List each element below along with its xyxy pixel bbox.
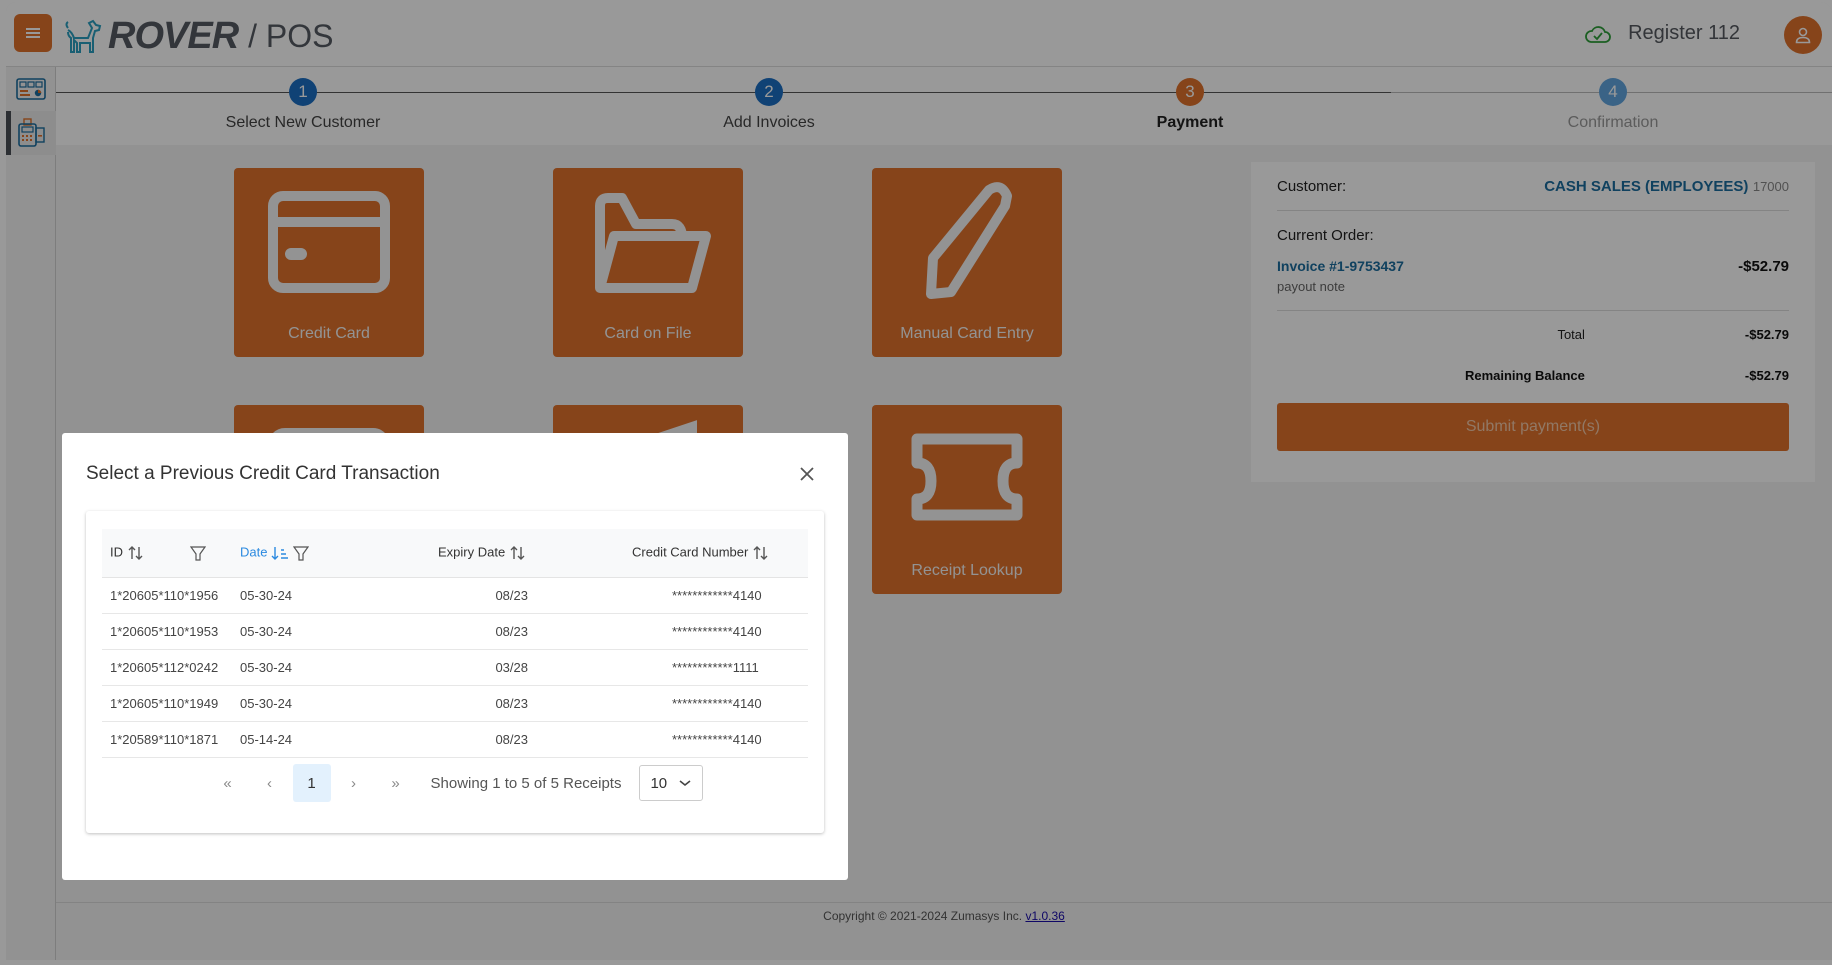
pagination: « ‹ 1 › » Showing 1 to 5 of 5 Receipts 1… xyxy=(86,763,824,803)
cell-id: 1*20605*110*1956 xyxy=(102,577,232,614)
column-id[interactable]: ID xyxy=(102,529,232,578)
table-row[interactable]: 1*20605*110*1953 05-30-24 08/23 ********… xyxy=(102,613,808,650)
cell-date: 05-30-24 xyxy=(232,577,382,614)
column-date[interactable]: Date xyxy=(232,529,382,578)
column-label: ID xyxy=(110,544,123,560)
first-page-button[interactable]: « xyxy=(209,764,247,802)
cell-expiry: 08/23 xyxy=(382,721,592,758)
sort-icon[interactable] xyxy=(752,544,770,562)
page-size-value: 10 xyxy=(650,774,668,792)
pagination-info: Showing 1 to 5 of 5 Receipts xyxy=(430,774,622,792)
cell-date: 05-30-24 xyxy=(232,649,382,686)
previous-transaction-dialog: Select a Previous Credit Card Transactio… xyxy=(62,433,848,880)
cell-id: 1*20605*112*0242 xyxy=(102,649,232,686)
column-label: Credit Card Number xyxy=(632,544,749,560)
sort-descending-icon[interactable] xyxy=(271,544,289,562)
cell-card-number: ************4140 xyxy=(592,685,808,722)
cell-id: 1*20605*110*1949 xyxy=(102,685,232,722)
filter-icon[interactable] xyxy=(292,545,309,561)
sort-icon[interactable] xyxy=(127,544,145,562)
table-row[interactable]: 1*20605*110*1949 05-30-24 08/23 ********… xyxy=(102,685,808,722)
cell-expiry: 08/23 xyxy=(382,685,592,722)
previous-page-button[interactable]: ‹ xyxy=(251,764,289,802)
cell-card-number: ************4140 xyxy=(592,721,808,758)
next-page-button[interactable]: › xyxy=(335,764,373,802)
cell-card-number: ************4140 xyxy=(592,577,808,614)
last-page-button[interactable]: » xyxy=(377,764,415,802)
column-expiry-date[interactable]: Expiry Date xyxy=(382,529,592,578)
cell-expiry: 08/23 xyxy=(382,577,592,614)
cell-expiry: 08/23 xyxy=(382,613,592,650)
page-button-current[interactable]: 1 xyxy=(292,764,331,802)
table-row[interactable]: 1*20605*110*1956 05-30-24 08/23 ********… xyxy=(102,577,808,614)
cell-date: 05-30-24 xyxy=(232,685,382,722)
sort-icon[interactable] xyxy=(509,544,527,562)
page-size-select[interactable]: 10 xyxy=(639,765,704,801)
close-icon[interactable] xyxy=(796,463,818,485)
transactions-table: ID Date Expiry Date Credit Card Number 1… xyxy=(102,529,808,758)
filter-icon[interactable] xyxy=(190,545,207,561)
table-row[interactable]: 1*20589*110*1871 05-14-24 08/23 ********… xyxy=(102,721,808,758)
cell-id: 1*20605*110*1953 xyxy=(102,613,232,650)
table-row[interactable]: 1*20605*112*0242 05-30-24 03/28 ********… xyxy=(102,649,808,686)
column-credit-card-number[interactable]: Credit Card Number xyxy=(592,529,808,578)
dialog-title: Select a Previous Credit Card Transactio… xyxy=(86,463,440,484)
cell-card-number: ************4140 xyxy=(592,613,808,650)
cell-date: 05-30-24 xyxy=(232,613,382,650)
table-header-row: ID Date Expiry Date Credit Card Number xyxy=(102,529,808,578)
cell-card-number: ************1111 xyxy=(592,649,808,686)
chevron-down-icon xyxy=(679,780,691,787)
column-label: Date xyxy=(240,544,268,560)
cell-id: 1*20589*110*1871 xyxy=(102,721,232,758)
cell-expiry: 03/28 xyxy=(382,649,592,686)
transactions-card: ID Date Expiry Date Credit Card Number 1… xyxy=(86,511,824,833)
cell-date: 05-14-24 xyxy=(232,721,382,758)
column-label: Expiry Date xyxy=(438,544,506,560)
